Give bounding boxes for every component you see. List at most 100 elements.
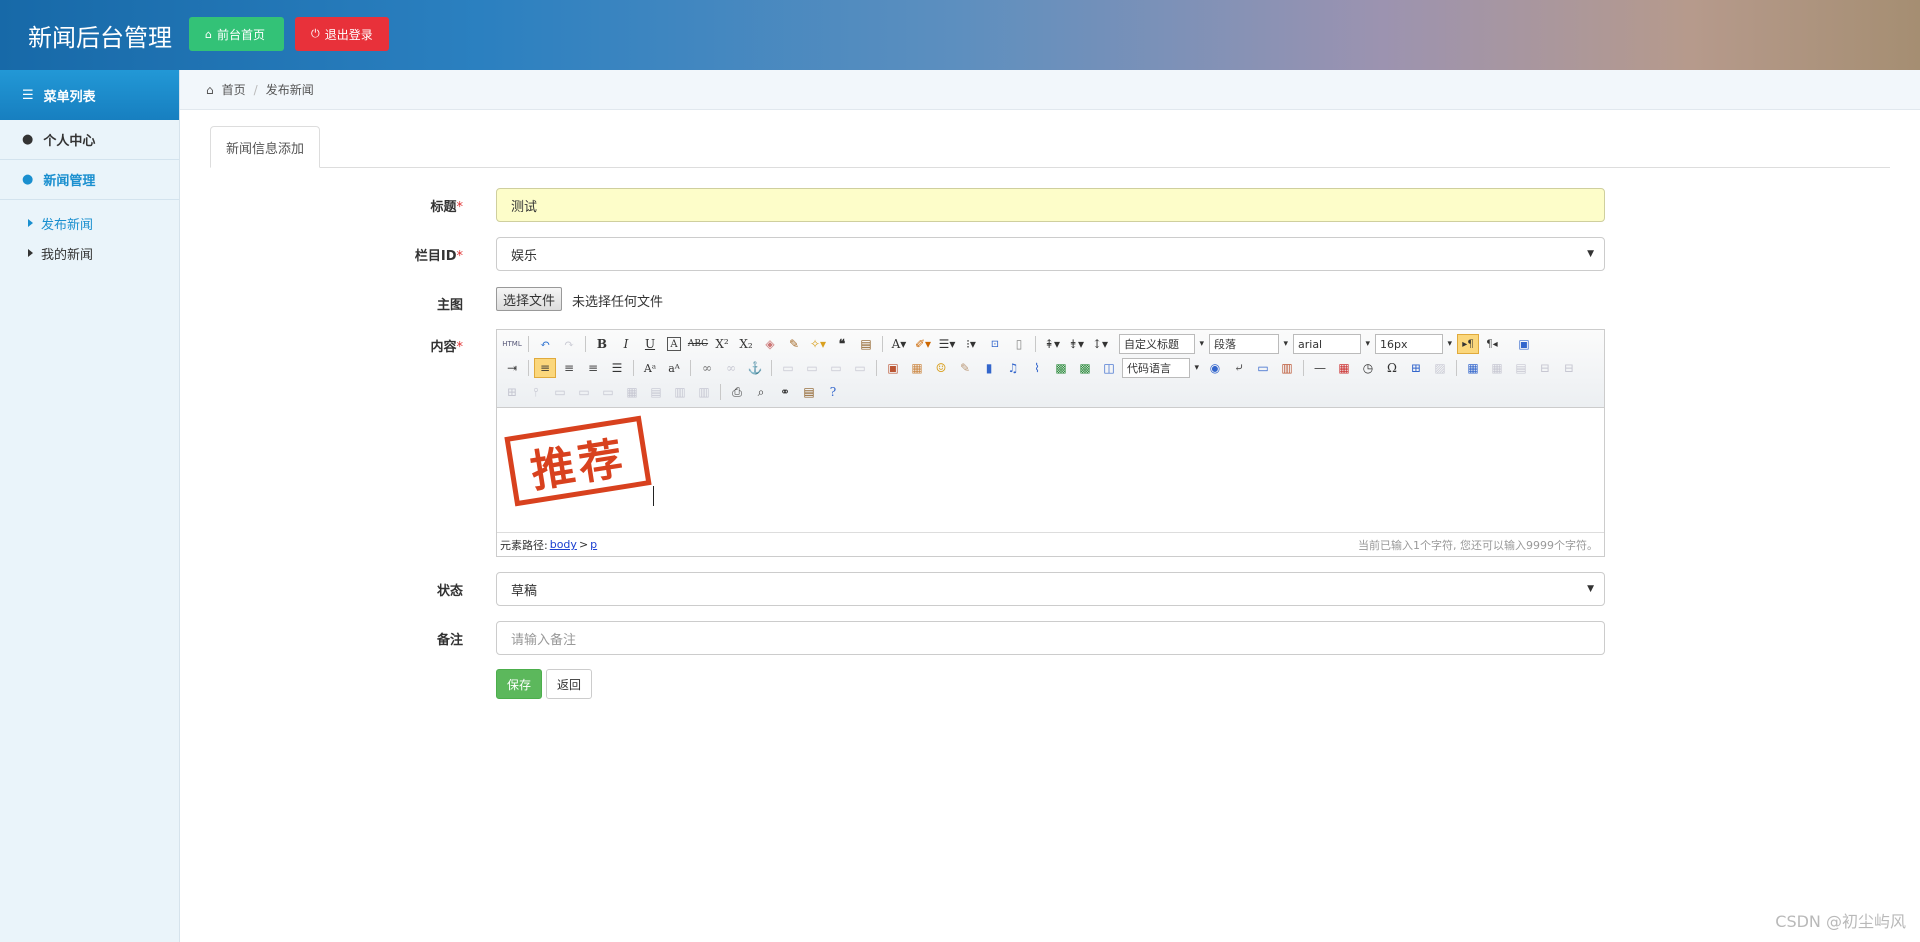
- wordimage-icon[interactable]: ⊞: [1405, 358, 1427, 378]
- auto-format-icon[interactable]: ✧▾: [807, 334, 829, 354]
- lowercase-icon[interactable]: aᴬ: [663, 358, 685, 378]
- status-select[interactable]: 草稿 ▼: [496, 572, 1605, 606]
- paragraph-select[interactable]: 段落: [1209, 334, 1288, 354]
- time-icon[interactable]: ◷: [1357, 358, 1379, 378]
- special-char-icon[interactable]: Ω: [1381, 358, 1403, 378]
- back-button[interactable]: 返回: [546, 669, 592, 699]
- unordered-list-icon[interactable]: ⁝▾: [960, 334, 982, 354]
- insert-row-icon[interactable]: ⊟: [1534, 358, 1556, 378]
- template-icon[interactable]: ▥: [1276, 358, 1298, 378]
- sidebar-item-publish[interactable]: 发布新闻: [28, 208, 179, 238]
- align-left-icon[interactable]: ≡: [534, 358, 556, 378]
- row-spacing-top-icon[interactable]: ⇞▾: [1041, 334, 1063, 354]
- code-language-select[interactable]: 代码语言: [1122, 358, 1199, 378]
- web-app-icon[interactable]: ◉: [1204, 358, 1226, 378]
- select-all-icon[interactable]: ⊡: [984, 334, 1006, 354]
- line-height-icon[interactable]: ↕▾: [1089, 334, 1111, 354]
- insert-image-icon[interactable]: ▦: [906, 358, 928, 378]
- font-family-select[interactable]: arial: [1293, 334, 1370, 354]
- breadcrumb-home[interactable]: 首页: [222, 81, 246, 98]
- music-icon[interactable]: ♫: [1002, 358, 1024, 378]
- choose-file-button[interactable]: 选择文件: [496, 287, 563, 311]
- gmap-icon[interactable]: ▩: [1074, 358, 1096, 378]
- align-center-icon[interactable]: ≡: [558, 358, 580, 378]
- redo-icon[interactable]: ↷: [558, 334, 580, 354]
- link-icon[interactable]: ∞: [696, 358, 718, 378]
- superscript-icon[interactable]: X²: [711, 334, 733, 354]
- indent-icon[interactable]: ⇥: [501, 358, 523, 378]
- image-none-icon[interactable]: ▭: [777, 358, 799, 378]
- map-icon[interactable]: ▩: [1050, 358, 1072, 378]
- image-center-icon[interactable]: ▭: [849, 358, 871, 378]
- font-size-select[interactable]: 16px: [1375, 334, 1452, 354]
- date-icon[interactable]: ▦: [1333, 358, 1355, 378]
- delete-row-icon[interactable]: ⊟: [1558, 358, 1580, 378]
- preview-icon[interactable]: ⌕: [750, 382, 772, 402]
- insert-video-icon[interactable]: ▮: [978, 358, 1000, 378]
- format-brush-icon[interactable]: ✎: [783, 334, 805, 354]
- title-input[interactable]: 测试: [496, 188, 1605, 222]
- merge-right-icon[interactable]: ▭: [573, 382, 595, 402]
- image-left-icon[interactable]: ▭: [801, 358, 823, 378]
- delete-col-icon[interactable]: ⫯: [525, 382, 547, 402]
- underline-icon[interactable]: U: [639, 334, 661, 354]
- path-p-link[interactable]: p: [590, 538, 597, 551]
- insert-paragraph-before-table-icon[interactable]: ▤: [1510, 358, 1532, 378]
- emotion-icon[interactable]: ☺: [930, 358, 952, 378]
- drafts-icon[interactable]: ▤: [798, 382, 820, 402]
- paste-text-icon[interactable]: ▤: [855, 334, 877, 354]
- remark-input[interactable]: 请输入备注: [496, 621, 1605, 655]
- tab-add-news[interactable]: 新闻信息添加: [210, 126, 321, 168]
- uppercase-icon[interactable]: Aᵃ: [639, 358, 661, 378]
- rich-text-editor[interactable]: HTML ↶ ↷ B I U A ABC X² X₂ ◈ ✎ ✧▾ ❝ ▤ A▾…: [496, 329, 1605, 557]
- delete-table-icon[interactable]: ▦: [1486, 358, 1508, 378]
- sidebar-item-news[interactable]: ● 新闻管理: [0, 160, 179, 200]
- merge-cells-icon[interactable]: ▭: [549, 382, 571, 402]
- italic-icon[interactable]: I: [615, 334, 637, 354]
- search-replace-icon[interactable]: ⚭: [774, 382, 796, 402]
- print-icon[interactable]: ⎙: [726, 382, 748, 402]
- html-source-button[interactable]: HTML: [501, 334, 523, 354]
- column-select[interactable]: 娱乐 ▼: [496, 237, 1605, 271]
- insert-frame-icon[interactable]: ◫: [1098, 358, 1120, 378]
- highlight-color-icon[interactable]: ✐▾: [912, 334, 934, 354]
- front-page-button[interactable]: ⌂ 前台首页: [189, 17, 284, 51]
- logout-button[interactable]: ⏻ 退出登录: [295, 17, 389, 51]
- unlink-icon[interactable]: ∞: [720, 358, 742, 378]
- ordered-list-icon[interactable]: ☰▾: [936, 334, 958, 354]
- insert-col-icon[interactable]: ⊞: [501, 382, 523, 402]
- insert-table-icon[interactable]: ▦: [1462, 358, 1484, 378]
- custom-title-select[interactable]: 自定义标题: [1119, 334, 1204, 354]
- ltr-direction-icon[interactable]: ▸¶: [1457, 334, 1479, 354]
- path-body-link[interactable]: body: [550, 538, 577, 551]
- help-icon[interactable]: ?: [822, 382, 844, 402]
- sidebar-item-my-news[interactable]: 我的新闻: [28, 238, 179, 268]
- chart-icon[interactable]: ▥: [693, 382, 715, 402]
- image-right-icon[interactable]: ▭: [825, 358, 847, 378]
- save-button[interactable]: 保存: [496, 669, 542, 699]
- page-break-icon[interactable]: ⤶: [1228, 358, 1250, 378]
- merge-down-icon[interactable]: ▭: [597, 382, 619, 402]
- sidebar-item-profile[interactable]: ● 个人中心: [0, 120, 179, 160]
- horizontal-rule-icon[interactable]: —: [1309, 358, 1331, 378]
- row-spacing-bottom-icon[interactable]: ⇟▾: [1065, 334, 1087, 354]
- subscript-icon[interactable]: X₂: [735, 334, 757, 354]
- scrawl-icon[interactable]: ✎: [954, 358, 976, 378]
- editor-content-area[interactable]: 推荐: [497, 408, 1604, 532]
- rtl-direction-icon[interactable]: ¶◂: [1481, 334, 1503, 354]
- bold-icon[interactable]: B: [591, 334, 613, 354]
- strikethrough-icon[interactable]: ABC: [687, 334, 709, 354]
- attachment-icon[interactable]: ⌇: [1026, 358, 1048, 378]
- split-to-cols-icon[interactable]: ▥: [669, 382, 691, 402]
- undo-icon[interactable]: ↶: [534, 334, 556, 354]
- split-to-cells-icon[interactable]: ▦: [621, 382, 643, 402]
- split-to-rows-icon[interactable]: ▤: [645, 382, 667, 402]
- eraser-icon[interactable]: ◈: [759, 334, 781, 354]
- simple-upload-icon[interactable]: ▣: [882, 358, 904, 378]
- align-justify-icon[interactable]: ☰: [606, 358, 628, 378]
- anchor-icon[interactable]: ⚓: [744, 358, 766, 378]
- font-color-icon[interactable]: A▾: [888, 334, 910, 354]
- background-icon[interactable]: ▭: [1252, 358, 1274, 378]
- snapscreen-icon[interactable]: ▨: [1429, 358, 1451, 378]
- align-right-icon[interactable]: ≡: [582, 358, 604, 378]
